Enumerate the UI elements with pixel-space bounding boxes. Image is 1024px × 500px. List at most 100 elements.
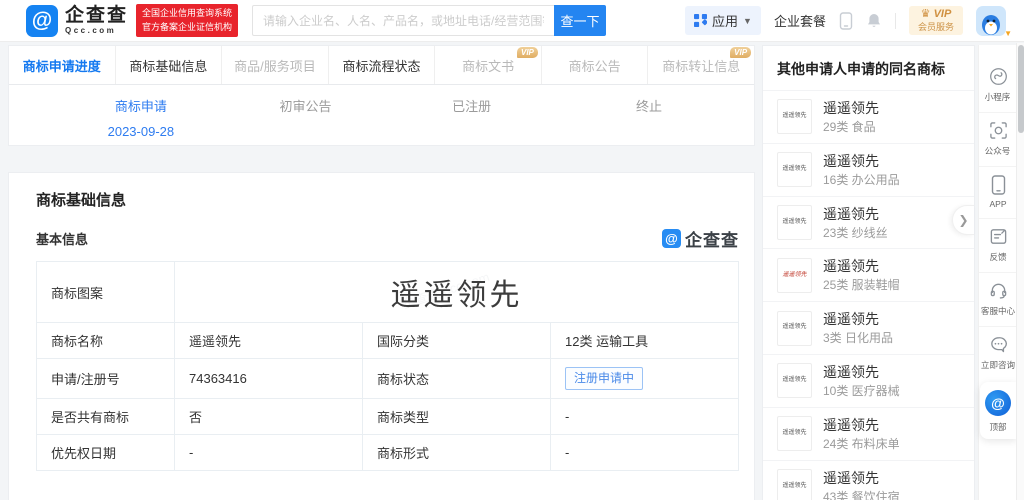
vip-tag: VIP (730, 47, 751, 58)
progress-step-preliminary-announcement: 初审公告 (279, 95, 331, 120)
vip-tag: VIP (517, 47, 538, 58)
header-nav: 应用 ▼ 企业套餐 ♛ VIP 会员服务 (685, 6, 1014, 36)
row-value: 否 (175, 398, 363, 434)
search-input[interactable] (252, 5, 554, 36)
row-label: 商标图案 (37, 262, 175, 323)
table-row: 商标图案 企查查 qcc.com 遥遥领先 (37, 262, 739, 323)
table-row: 是否共有商标 否 商标类型 - (37, 398, 739, 434)
progress-step-terminated: 终止 (636, 95, 662, 120)
divider (895, 13, 896, 29)
main-content: 商标申请进度 商标基础信息 商品/服务项目 商标流程状态 商标文书 VIP 商标… (8, 45, 755, 146)
top-header: @ 企查查 Qcc.com 全国企业信用查询系统 官方备案企业证信机构 查一下 … (0, 0, 1024, 42)
user-avatar[interactable]: ▼ (976, 6, 1006, 36)
enterprise-package-link[interactable]: 企业套餐 (774, 11, 826, 30)
headset-icon (989, 281, 1008, 300)
row-label: 商标名称 (37, 323, 175, 359)
apps-grid-icon (694, 14, 707, 27)
row-value: - (551, 434, 739, 470)
mini-program-icon (989, 67, 1008, 86)
basic-info-card: 商标基础信息 基本信息 @ 企查查 商标图案 企查查 qcc.com 遥遥领先 … (8, 172, 755, 500)
list-item[interactable]: 遥遥领先 遥遥领先 24类 布料床单 (763, 407, 974, 460)
tab-goods-services[interactable]: 商品/服务项目 (222, 46, 329, 84)
subsection-title: 基本信息 (36, 229, 88, 248)
chevron-down-icon: ▼ (1004, 29, 1012, 38)
toolbar-feedback[interactable]: 反馈 (979, 218, 1017, 272)
toolbar-mini-program[interactable]: 小程序 (979, 59, 1017, 112)
chat-icon (989, 335, 1008, 354)
toolbar-consult-now[interactable]: 立即咨询 (979, 326, 1017, 380)
trademark-thumbnail: 遥遥领先 (777, 469, 812, 500)
row-value: - (175, 434, 363, 470)
trademark-thumbnail: 遥遥领先 (777, 416, 812, 451)
trademark-thumbnail: 遥遥领先 (777, 311, 812, 346)
row-value: 74363416 (175, 359, 363, 399)
trademark-image-cell: 企查查 qcc.com 遥遥领先 (175, 262, 739, 323)
brand-domain: Qcc.com (65, 27, 128, 35)
detail-tabs: 商标申请进度 商标基础信息 商品/服务项目 商标流程状态 商标文书 VIP 商标… (9, 46, 754, 85)
tab-trademark-documents[interactable]: 商标文书 VIP (435, 46, 542, 84)
tab-trademark-application-progress[interactable]: 商标申请进度 (9, 46, 116, 84)
section-title: 商标基础信息 (36, 189, 739, 210)
tab-trademark-process-status[interactable]: 商标流程状态 (329, 46, 436, 84)
mobile-app-icon[interactable] (839, 12, 853, 30)
sidebar-title: 其他申请人申请的同名商标 (763, 46, 974, 90)
list-item[interactable]: 遥遥领先 遥遥领先 23类 纱线丝 (763, 196, 974, 249)
header-search: 查一下 (252, 5, 606, 36)
floating-toolbar: 小程序 公众号 APP (978, 45, 1017, 500)
progress-step-date: 2023-09-28 (108, 120, 175, 145)
trademark-image-text: 遥遥领先 (391, 279, 523, 312)
tab-trademark-basic-info[interactable]: 商标基础信息 (116, 46, 223, 84)
application-progress-steps: 商标申请 2023-09-28 初审公告 已注册 终止 (9, 85, 754, 145)
official-credit-badge: 全国企业信用查询系统 官方备案企业证信机构 (136, 4, 238, 36)
list-item[interactable]: 遥遥领先 遥遥领先 25类 服装鞋帽 (763, 248, 974, 301)
list-item[interactable]: 遥遥领先 遥遥领先 43类 餐饮住宿 (763, 460, 974, 500)
row-value: 12类 运输工具 (551, 323, 739, 359)
feedback-icon (989, 227, 1008, 246)
status-badge: 注册申请中 (565, 367, 643, 390)
progress-step-registered: 已注册 (452, 95, 491, 120)
brand-name: 企查查 (65, 6, 128, 25)
row-value: 遥遥领先 (175, 323, 363, 359)
row-value: 注册申请中 (551, 359, 739, 399)
chevron-right-icon: ❯ (958, 213, 968, 227)
list-item[interactable]: 遥遥领先 遥遥领先 16类 办公用品 (763, 143, 974, 196)
vip-service-button[interactable]: ♛ VIP 会员服务 (909, 6, 963, 35)
tabs-progress-card: 商标申请进度 商标基础信息 商品/服务项目 商标流程状态 商标文书 VIP 商标… (8, 45, 755, 146)
trademark-thumbnail: 遥遥领先 (777, 205, 812, 240)
list-item[interactable]: 遥遥领先 遥遥领先 10类 医疗器械 (763, 354, 974, 407)
toolbar-official-account[interactable]: 公众号 (979, 112, 1017, 166)
panel-expand-button[interactable]: ❯ (952, 205, 974, 235)
row-label: 是否共有商标 (37, 398, 175, 434)
page-scrollbar[interactable] (1016, 43, 1024, 500)
trademark-thumbnail: 遥遥领先 (777, 99, 812, 134)
tab-trademark-announcement[interactable]: 商标公告 (542, 46, 649, 84)
notification-bell-icon[interactable] (866, 12, 882, 29)
basic-info-table: 商标图案 企查查 qcc.com 遥遥领先 商标名称 遥遥领先 国际分类 12类… (36, 261, 739, 471)
apps-label: 应用 (712, 11, 738, 30)
row-label: 商标类型 (363, 398, 551, 434)
official-account-icon (989, 121, 1008, 140)
apps-menu-button[interactable]: 应用 ▼ (685, 6, 761, 35)
back-to-top-button[interactable]: @ 顶部 (980, 382, 1017, 439)
qcc-logo[interactable]: @ 企查查 Qcc.com (26, 5, 128, 37)
search-button[interactable]: 查一下 (554, 5, 606, 36)
penguin-avatar-image (978, 10, 1004, 36)
list-item[interactable]: 遥遥领先 遥遥领先 3类 日化用品 (763, 301, 974, 354)
tab-trademark-transfer-info[interactable]: 商标转让信息 VIP (648, 46, 754, 84)
scrollbar-thumb[interactable] (1018, 45, 1024, 133)
row-label: 国际分类 (363, 323, 551, 359)
row-value: - (551, 398, 739, 434)
table-row: 优先权日期 - 商标形式 - (37, 434, 739, 470)
trademark-thumbnail: 遥遥领先 (777, 363, 812, 398)
table-row: 申请/注册号 74363416 商标状态 注册申请中 (37, 359, 739, 399)
toolbar-app[interactable]: APP (979, 166, 1017, 218)
row-label: 申请/注册号 (37, 359, 175, 399)
list-item[interactable]: 遥遥领先 遥遥领先 29类 食品 (763, 90, 974, 143)
table-row: 商标名称 遥遥领先 国际分类 12类 运输工具 (37, 323, 739, 359)
chevron-down-icon: ▼ (743, 16, 752, 26)
qcc-logo-icon: @ (26, 5, 58, 37)
trademark-thumbnail: 遥遥领先 (777, 152, 812, 187)
trademark-thumbnail: 遥遥领先 (777, 258, 812, 293)
row-label: 商标状态 (363, 359, 551, 399)
toolbar-customer-service[interactable]: 客服中心 (979, 272, 1017, 326)
